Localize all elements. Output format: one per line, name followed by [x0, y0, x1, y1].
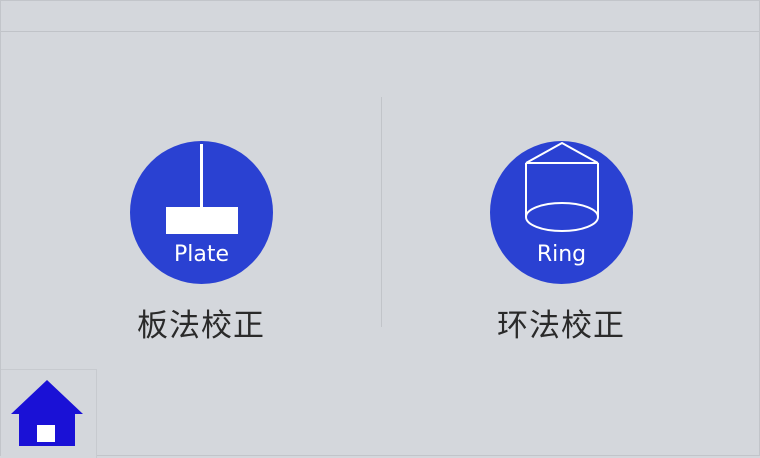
plate-icon-button[interactable]: Plate	[130, 141, 273, 284]
ring-icon-button[interactable]: Ring	[490, 141, 633, 284]
option-divider	[381, 97, 382, 327]
home-icon	[11, 380, 83, 446]
plate-calibration-option[interactable]: Plate 板法校正	[101, 141, 301, 351]
ring-calibration-option[interactable]: Ring 环法校正	[461, 141, 661, 351]
home-button[interactable]	[10, 378, 84, 446]
home-area	[1, 369, 97, 458]
top-bar	[1, 1, 759, 32]
calibration-screen: Plate 板法校正 Ring 环法校正	[0, 0, 760, 458]
plate-calibration-caption: 板法校正	[137, 308, 265, 344]
ring-icon-label: Ring	[536, 242, 587, 267]
plate-icon-label: Plate	[173, 242, 230, 267]
ring-calibration-caption: 环法校正	[497, 308, 625, 344]
